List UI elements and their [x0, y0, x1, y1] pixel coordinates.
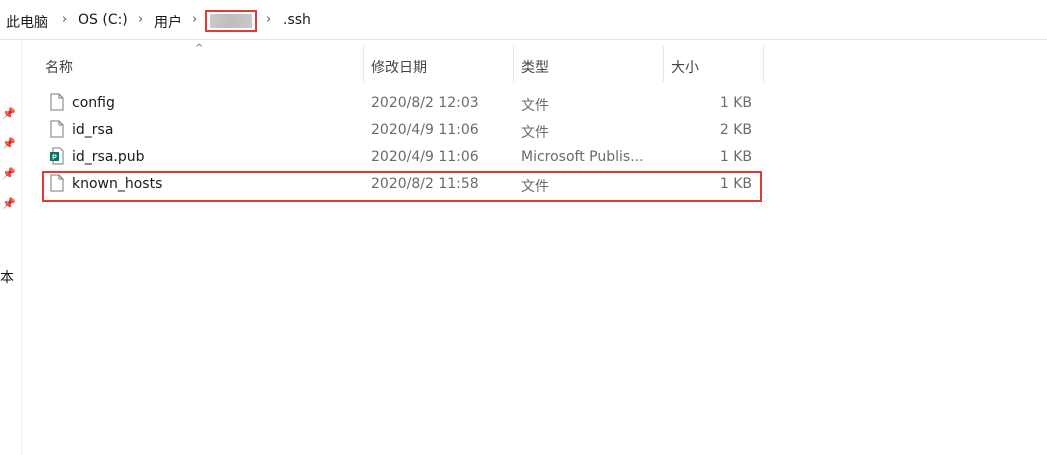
file-name: id_rsa: [72, 122, 114, 138]
blank-file-icon: [50, 174, 64, 192]
file-size: 1 KB: [719, 95, 752, 111]
blank-file-icon: [50, 93, 64, 111]
breadcrumb-username-redacted[interactable]: [205, 10, 257, 32]
column-divider[interactable]: [363, 46, 364, 82]
file-type: 文件: [521, 179, 549, 195]
svg-text:P: P: [52, 155, 57, 162]
file-row[interactable]: known_hosts 2020/8/2 11:58 文件 1 KB: [44, 171, 756, 197]
breadcrumb-ssh-folder[interactable]: .ssh: [283, 12, 311, 28]
column-divider[interactable]: [663, 46, 664, 82]
file-modified-date: 2020/8/2 11:58: [371, 176, 479, 192]
file-size: 2 KB: [719, 122, 752, 138]
column-header-date[interactable]: 修改日期: [371, 57, 427, 77]
file-modified-date: 2020/4/9 11:06: [371, 149, 479, 165]
blank-file-icon: [50, 120, 64, 138]
file-name: id_rsa.pub: [72, 149, 145, 165]
navigation-pane[interactable]: 📌 📌 📌 📌 本: [0, 41, 22, 455]
column-header-type[interactable]: 类型: [521, 57, 549, 77]
file-name: config: [72, 95, 115, 111]
file-size: 1 KB: [719, 149, 752, 165]
column-header-size[interactable]: 大小: [671, 57, 699, 77]
pin-icon[interactable]: 📌: [2, 197, 16, 210]
file-row[interactable]: id_rsa 2020/4/9 11:06 文件 2 KB: [44, 117, 756, 143]
column-divider[interactable]: [763, 46, 764, 82]
file-type: 文件: [521, 98, 549, 114]
file-size: 1 KB: [719, 176, 752, 192]
address-bar[interactable]: 此电脑 › OS (C:) › 用户 › › .ssh: [0, 0, 1047, 40]
redacted-username-blur: [210, 14, 252, 28]
file-name: known_hosts: [72, 176, 163, 192]
file-row[interactable]: config 2020/8/2 12:03 文件 1 KB: [44, 90, 756, 116]
chevron-right-icon[interactable]: ›: [62, 12, 67, 27]
nav-item-partial-label[interactable]: 本: [0, 267, 14, 287]
file-type: 文件: [521, 125, 549, 141]
pin-icon[interactable]: 📌: [2, 107, 16, 120]
file-modified-date: 2020/4/9 11:06: [371, 122, 479, 138]
chevron-right-icon[interactable]: ›: [266, 12, 271, 27]
column-divider[interactable]: [513, 46, 514, 82]
chevron-right-icon[interactable]: ›: [138, 12, 143, 27]
breadcrumb-os-drive[interactable]: OS (C:): [78, 12, 128, 28]
file-type: Microsoft Publis...: [521, 149, 644, 165]
breadcrumb-this-pc[interactable]: 此电脑: [6, 12, 48, 32]
sort-ascending-icon: ^: [195, 43, 204, 54]
file-row[interactable]: P id_rsa.pub 2020/4/9 11:06 Microsoft Pu…: [44, 144, 756, 170]
publisher-file-icon: P: [50, 147, 64, 165]
file-modified-date: 2020/8/2 12:03: [371, 95, 479, 111]
column-header-name[interactable]: 名称: [45, 57, 73, 77]
pin-icon[interactable]: 📌: [2, 137, 16, 150]
pin-icon[interactable]: 📌: [2, 167, 16, 180]
chevron-right-icon[interactable]: ›: [192, 12, 197, 27]
breadcrumb-users[interactable]: 用户: [154, 12, 182, 32]
